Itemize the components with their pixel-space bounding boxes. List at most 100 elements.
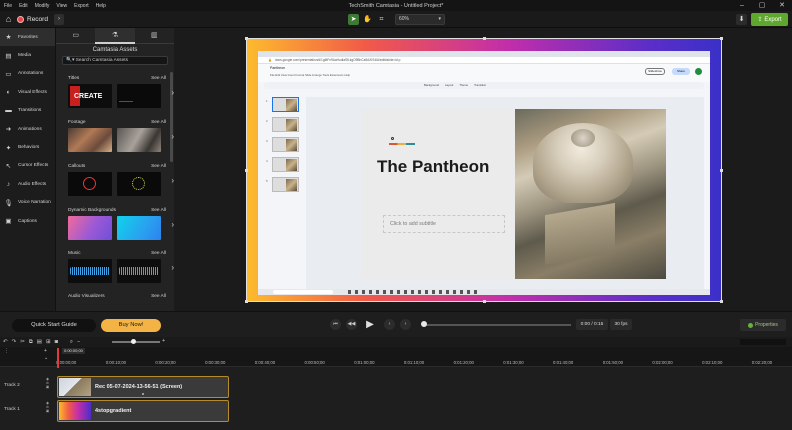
zoom-icon[interactable]: ⌕	[70, 339, 73, 346]
menu-edit[interactable]: Edit	[19, 3, 28, 9]
step-back-chevron-icon[interactable]: ‹	[384, 319, 395, 330]
asset-thumb[interactable]	[117, 259, 161, 283]
track-controls[interactable]: ◉ ⊘ ▣	[44, 401, 51, 421]
assets-search-input[interactable]: 🔍▾ Search Camtasia Assets	[62, 56, 168, 65]
tab-library-icon[interactable]: ▭	[56, 28, 96, 44]
resize-handle[interactable]	[245, 37, 248, 40]
asset-thumb[interactable]	[117, 216, 161, 240]
ruler-tick-label: 0:01:20;00	[453, 360, 474, 365]
ruler-tick-label: 0:02:10;00	[702, 360, 723, 365]
crop-tool-icon[interactable]: ⌗	[376, 14, 387, 25]
zoom-in-icon[interactable]: +	[162, 338, 165, 344]
minimize-icon[interactable]: –	[732, 0, 752, 11]
undo-icon[interactable]: ↶	[3, 339, 8, 345]
maximize-icon[interactable]: ▢	[752, 0, 772, 11]
sidebar-item-media[interactable]: ▤ Media	[0, 46, 55, 64]
cut-icon[interactable]: ✂	[20, 339, 25, 345]
timeline-ruler[interactable]: + ⌄ ⋮ 0:00:00;00 0:00:00;00 0:00:10;00 0:0…	[0, 347, 792, 368]
playhead[interactable]	[57, 348, 59, 368]
zoom-value: 60%	[399, 16, 410, 22]
waveform-icon	[70, 267, 110, 275]
asset-thumb[interactable]	[68, 172, 112, 196]
record-options-chevron-icon[interactable]: ›	[54, 14, 64, 25]
buy-now-button[interactable]: Buy Now!	[101, 319, 161, 332]
resize-handle[interactable]	[720, 300, 723, 303]
sidebar-item-transitions[interactable]: ▬ Transitions	[0, 102, 55, 120]
tab-collections-icon[interactable]: ▥	[134, 28, 174, 44]
see-all-link[interactable]: See All	[151, 76, 166, 84]
slide-thumbnail: 5	[266, 177, 299, 192]
asset-thumb[interactable]	[68, 128, 112, 152]
assets-scrollbar[interactable]	[170, 72, 173, 162]
download-icon[interactable]: ⬇	[736, 14, 747, 25]
ruler-tick-label: 0:00:30;00	[205, 360, 226, 365]
scrub-handle[interactable]	[421, 321, 427, 327]
track-options-icon[interactable]: ⋮	[4, 348, 9, 354]
redo-icon[interactable]: ↷	[12, 339, 17, 345]
see-all-link[interactable]: See All	[151, 164, 166, 172]
split-icon[interactable]: ⊞	[46, 339, 51, 345]
timeline-clip[interactable]: 4stopgradient	[57, 400, 229, 422]
asset-thumb[interactable]	[117, 84, 161, 108]
resize-handle[interactable]	[483, 300, 486, 303]
play-icon[interactable]: ▶	[364, 318, 376, 331]
asset-thumb[interactable]	[68, 216, 112, 240]
see-all-link[interactable]: See All	[151, 251, 166, 259]
sidebar-item-captions[interactable]: ▣ Captions	[0, 212, 55, 230]
step-forward-chevron-icon[interactable]: ›	[400, 319, 411, 330]
sidebar-item-cursor-effects[interactable]: ↖ Cursor Effects	[0, 157, 55, 175]
sidebar-item-audio-effects[interactable]: ♪ Audio Effects	[0, 175, 55, 193]
frame-rate[interactable]: 30 fps	[610, 319, 632, 330]
resize-handle[interactable]	[720, 169, 723, 172]
asset-thumb[interactable]	[117, 128, 161, 152]
step-back-icon[interactable]: ◀◀	[346, 319, 357, 330]
zoom-out-icon[interactable]: −	[77, 339, 80, 345]
previous-frame-icon[interactable]: ⏮	[330, 319, 341, 330]
snapshot-icon[interactable]: ◙	[55, 339, 58, 345]
paste-icon[interactable]: ▤	[37, 339, 42, 345]
sidebar-item-animations[interactable]: ➜ Animations	[0, 120, 55, 138]
menu-help[interactable]: Help	[96, 3, 106, 9]
menu-modify[interactable]: Modify	[35, 3, 50, 9]
timeline-clip[interactable]: Rec 05-07-2024-13-56-51 (Screen)	[57, 376, 229, 398]
see-all-link[interactable]: See All	[151, 208, 166, 216]
home-icon[interactable]: ⌂	[3, 14, 14, 25]
quick-start-guide-button[interactable]: Quick Start Guide	[12, 319, 96, 332]
see-all-link[interactable]: See All	[151, 294, 166, 302]
pan-tool-icon[interactable]: ✋	[362, 14, 373, 25]
record-button[interactable]: Record	[17, 14, 48, 25]
sidebar-item-favorites[interactable]: ★ Favorites	[0, 28, 55, 47]
menu-export[interactable]: Export	[74, 3, 88, 9]
copy-icon[interactable]: ⧉	[29, 339, 33, 346]
add-track-icon[interactable]: +	[44, 348, 47, 354]
menu-view[interactable]: View	[56, 3, 67, 9]
asset-thumb[interactable]	[68, 259, 112, 283]
close-icon[interactable]: ✕	[772, 0, 792, 11]
format-item: Theme	[459, 83, 469, 87]
menu-file[interactable]: File	[4, 3, 12, 9]
track-controls[interactable]: ◉ ⊘ ▣	[44, 377, 51, 397]
scrub-track[interactable]	[425, 324, 571, 326]
canvas-media-frame[interactable]: 🔒 docs.google.com/presentation/d/1g6tFn9…	[245, 37, 723, 303]
resize-handle[interactable]	[245, 169, 248, 172]
see-all-link[interactable]: See All	[151, 120, 166, 128]
sidebar-item-voice-narration[interactable]: 🎙 Voice Narration	[0, 194, 55, 212]
timeline-zoom-slider[interactable]	[112, 341, 160, 343]
sidebar-item-visual-effects[interactable]: ◐ Visual Effects	[0, 83, 55, 101]
sidebar-item-behaviors[interactable]: ✦ Behaviors	[0, 138, 55, 156]
resize-handle[interactable]	[245, 300, 248, 303]
timeline-zoom-handle[interactable]	[131, 339, 136, 344]
resize-handle[interactable]	[720, 37, 723, 40]
format-item: Layout	[444, 83, 454, 87]
resize-handle[interactable]	[483, 37, 486, 40]
timeline-scrollbar[interactable]	[740, 339, 786, 345]
tab-assets-icon[interactable]: ⚗	[95, 28, 135, 44]
asset-thumb[interactable]	[117, 172, 161, 196]
select-tool-icon[interactable]: ➤	[348, 14, 359, 25]
properties-button[interactable]: Properties	[740, 319, 786, 331]
export-button[interactable]: ⇪ Export	[751, 13, 788, 26]
sidebar-item-annotations[interactable]: ▭ Annotations	[0, 65, 55, 83]
collapse-tracks-icon[interactable]: ⌄	[44, 355, 48, 361]
asset-thumb[interactable]: CREATE	[68, 84, 112, 108]
canvas-zoom-select[interactable]: 60% ▾	[395, 14, 445, 25]
